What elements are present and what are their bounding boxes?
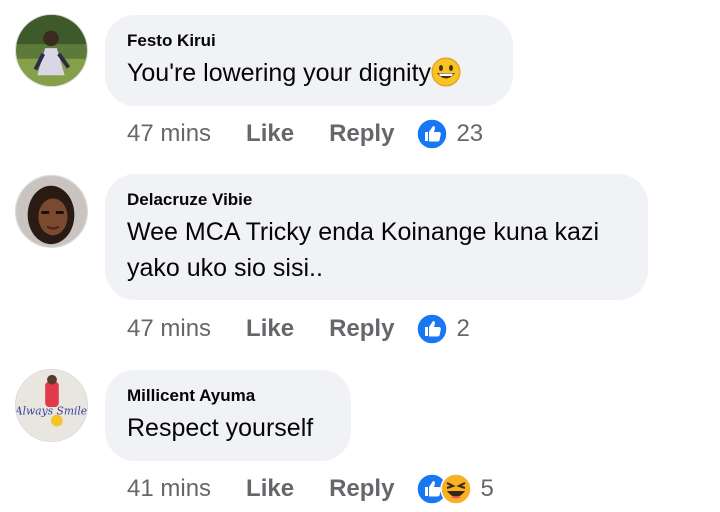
comment-author[interactable]: Millicent Ayuma [127,386,327,406]
avatar-photo: Always Smile [16,370,87,441]
avatar-photo [16,176,87,247]
comment-actions: 41 mins Like Reply 5 [127,472,494,506]
comment-bubble: Festo Kirui You're lowering your dignity [105,15,513,106]
comment-timestamp[interactable]: 41 mins [127,475,211,503]
reaction-count: 23 [456,120,484,147]
grinning-face-icon [431,57,461,87]
reaction-summary[interactable]: 2 [416,313,470,345]
comment-text-body: You're lowering your dignity [127,59,432,87]
comment-timestamp[interactable]: 47 mins [127,120,211,148]
like-button[interactable]: Like [246,475,294,503]
comment-text: You're lowering your dignity [127,55,489,91]
reply-button[interactable]: Reply [329,315,394,343]
comment-actions: 47 mins Like Reply 23 [127,117,483,151]
comment-timestamp[interactable]: 47 mins [127,315,211,343]
comment-actions: 47 mins Like Reply 2 [127,312,470,346]
reply-button[interactable]: Reply [329,475,394,503]
avatar-caption: Always Smile [16,405,87,418]
like-reaction-icon [416,313,449,345]
reaction-count: 5 [480,475,494,502]
comment-text: Wee MCA Tricky enda Koinange kuna kazi y… [127,218,600,282]
avatar-photo [16,15,87,86]
comment-author[interactable]: Festo Kirui [127,31,489,51]
like-reaction-icon [416,118,449,150]
comment-text: Respect yourself [127,414,314,442]
like-button[interactable]: Like [246,315,294,343]
avatar[interactable]: Always Smile [15,369,88,442]
reaction-summary[interactable]: 23 [416,118,483,150]
avatar[interactable] [15,175,88,248]
comment-bubble: Delacruze Vibie Wee MCA Tricky enda Koin… [105,174,648,300]
like-button[interactable]: Like [246,120,294,148]
avatar[interactable] [15,14,88,87]
haha-reaction-icon [440,473,473,505]
reaction-count: 2 [456,315,470,342]
comment-bubble: Millicent Ayuma Respect yourself [105,370,351,461]
reaction-summary[interactable]: 5 [416,473,494,505]
reply-button[interactable]: Reply [329,120,394,148]
comment-author[interactable]: Delacruze Vibie [127,190,624,210]
